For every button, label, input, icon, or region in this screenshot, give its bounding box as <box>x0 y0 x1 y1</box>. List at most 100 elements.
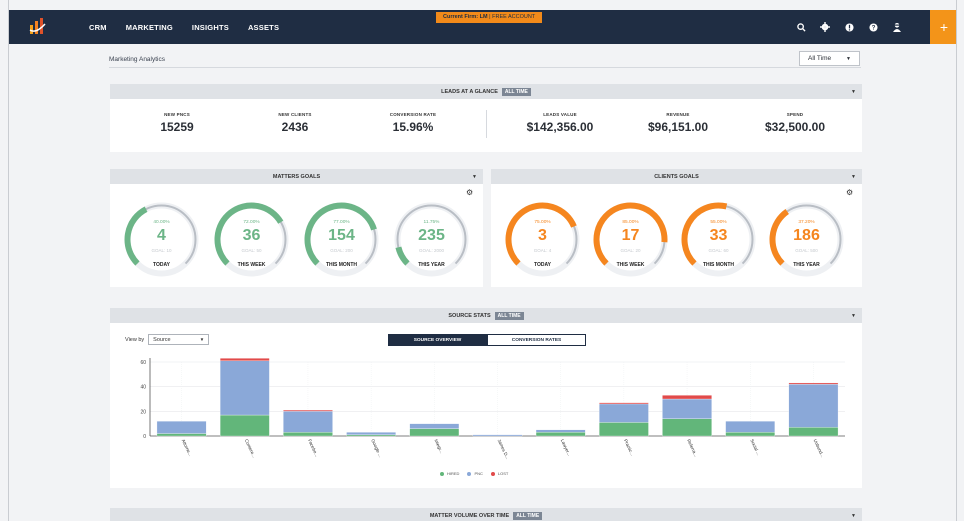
date-range-select[interactable]: All Time ▼ <box>799 51 860 66</box>
bar-segment-hired <box>535 432 586 437</box>
gauge-value: 154 <box>328 227 355 244</box>
bar-segment-pnc <box>788 384 839 428</box>
help-icon[interactable]: ? <box>867 21 879 33</box>
source-stats-title: SOURCE STATS <box>448 312 491 319</box>
x-tick-label: Contere... <box>244 438 257 458</box>
chevron-down-icon[interactable]: ▼ <box>851 174 856 180</box>
matter-volume-panel: MATTER VOLUME OVER TIME ALL TIME ▼ <box>110 508 862 521</box>
tab-source-overview[interactable]: SOURCE OVERVIEW <box>388 334 487 346</box>
y-tick-label: 0 <box>143 434 146 440</box>
gauge-label: THIS YEAR <box>793 262 820 268</box>
y-tick-label: 60 <box>140 360 146 366</box>
gauge-label: THIS WEEK <box>616 262 645 268</box>
bar-segment-pnc <box>219 360 270 416</box>
x-tick-label: Integr... <box>433 438 444 454</box>
source-stats-header: SOURCE STATS ALL TIME ▼ <box>110 308 862 323</box>
matters-goals-panel: MATTERS GOALS ▼ ⚙ 40.00% 4 GOAL: 10 TODAY 72… <box>110 169 483 287</box>
leads-title: LEADS AT A GLANCE <box>441 88 498 95</box>
gauge-percent: 77.00% <box>333 220 350 225</box>
chevron-down-icon[interactable]: ▼ <box>851 513 856 519</box>
gauge-percent: 55.00% <box>710 220 727 225</box>
user-icon[interactable] <box>891 21 903 33</box>
date-range-value: All Time <box>808 55 832 62</box>
chevron-down-icon: ▼ <box>846 55 851 62</box>
nav-crm[interactable]: CRM <box>89 23 107 32</box>
bar-segment-lost <box>662 395 712 400</box>
bar-segment-pnc <box>535 429 586 433</box>
all-time-badge: ALL TIME <box>501 87 531 96</box>
view-toggle: SOURCE OVERVIEW CONVERSION RATES <box>388 334 586 346</box>
bar-segment-hired <box>219 414 270 437</box>
bar-segment-pnc <box>662 398 712 419</box>
goal-gauge: 40.00% 4 GOAL: 10 TODAY <box>123 201 200 278</box>
title-divider <box>109 67 861 68</box>
gear-icon[interactable] <box>819 21 831 33</box>
gear-icon[interactable]: ⚙ <box>846 188 853 197</box>
gauge-value: 33 <box>709 227 728 244</box>
stat-value: 2436 <box>281 120 309 134</box>
gauge-label: THIS MONTH <box>702 262 735 268</box>
search-icon[interactable] <box>795 21 807 33</box>
bar-segment-pnc <box>409 423 460 429</box>
gauge-label: TODAY <box>153 262 170 268</box>
view-by-select[interactable]: Source ▼ <box>148 334 210 345</box>
legend-label: PNC <box>474 471 483 476</box>
add-button[interactable]: + <box>930 10 956 44</box>
stat-label: REVENUE <box>666 112 690 117</box>
nav-assets[interactable]: ASSETS <box>248 23 279 32</box>
gauge-goal: GOAL: 20 <box>620 248 641 253</box>
bar-segment-lost <box>283 409 333 412</box>
legend-lost[interactable]: LOST <box>490 471 509 476</box>
x-tick-label: Attorne... <box>181 438 193 457</box>
leads-panel: LEADS AT A GLANCE ALL TIME ▼ NEW PNCS 15… <box>110 84 862 152</box>
nav-marketing[interactable]: MARKETING <box>126 23 173 32</box>
stat-new-clients: NEW CLIENTS 2436 <box>240 112 350 134</box>
legend-pnc[interactable]: PNC <box>467 471 483 476</box>
nav-insights[interactable]: INSIGHTS <box>192 23 229 32</box>
page-title: Marketing Analytics <box>109 56 165 63</box>
stat-conversion-rate: CONVERSION RATE 15.96% <box>358 112 468 134</box>
bar-segment-lost <box>788 382 839 385</box>
matter-volume-title: MATTER VOLUME OVER TIME <box>429 512 510 519</box>
gauge-percent: 85.00% <box>622 220 639 225</box>
view-by-label: View by <box>125 336 145 343</box>
stat-label: SPEND <box>786 112 804 117</box>
legend-dot <box>490 471 495 476</box>
gauge-percent: 75.00% <box>534 220 551 225</box>
chevron-down-icon[interactable]: ▼ <box>472 174 477 180</box>
alert-icon[interactable] <box>843 21 855 33</box>
gear-icon[interactable]: ⚙ <box>466 188 473 197</box>
goal-gauge: 85.00% 17 GOAL: 20 THIS WEEK <box>592 201 669 278</box>
main-nav: CRM MARKETING INSIGHTS ASSETS <box>89 10 279 44</box>
current-firm-banner[interactable]: Current Firm: LM | FREE ACCOUNT <box>436 12 543 23</box>
bar-segment-hired <box>599 422 649 437</box>
bar-segment-pnc <box>283 411 333 433</box>
x-tick-label: Practic... <box>623 438 635 456</box>
goal-gauge: 55.00% 33 GOAL: 60 THIS MONTH <box>680 201 757 278</box>
x-tick-label: Referra... <box>686 438 698 457</box>
goal-gauge: 11.75% 235 GOAL: 2000 THIS YEAR <box>393 201 470 278</box>
bar-segment-hired <box>788 427 839 437</box>
view-by-value: Source <box>153 336 171 343</box>
bar-segment-lost <box>219 358 270 361</box>
stat-spend: SPEND $32,500.00 <box>740 112 850 134</box>
source-stats-panel: SOURCE STATS ALL TIME ▼ View by Source ▼… <box>110 308 862 488</box>
chevron-down-icon[interactable]: ▼ <box>851 313 856 319</box>
x-tick-label: Lawyer... <box>560 438 572 456</box>
gauge-percent: 40.00% <box>153 220 170 225</box>
gauge-value: 36 <box>242 227 261 244</box>
chevron-down-icon[interactable]: ▼ <box>851 89 856 95</box>
gauge-value: 186 <box>793 227 820 244</box>
bar-segment-pnc <box>472 434 523 437</box>
legend-hired[interactable]: HIRED <box>440 471 459 476</box>
gauge-percent: 11.75% <box>423 220 440 225</box>
y-tick-label: 20 <box>140 409 146 415</box>
stat-value: $32,500.00 <box>764 120 826 134</box>
logo-icon[interactable] <box>28 16 48 36</box>
clients-goals-title: CLIENTS GOALS <box>654 173 699 180</box>
gauge-goal: GOAL: 50 <box>241 248 262 253</box>
gauge-goal: GOAL: 500 <box>795 248 818 253</box>
chevron-down-icon: ▼ <box>199 337 205 342</box>
legend-label: LOST <box>497 471 509 476</box>
tab-conversion-rates[interactable]: CONVERSION RATES <box>487 334 586 346</box>
